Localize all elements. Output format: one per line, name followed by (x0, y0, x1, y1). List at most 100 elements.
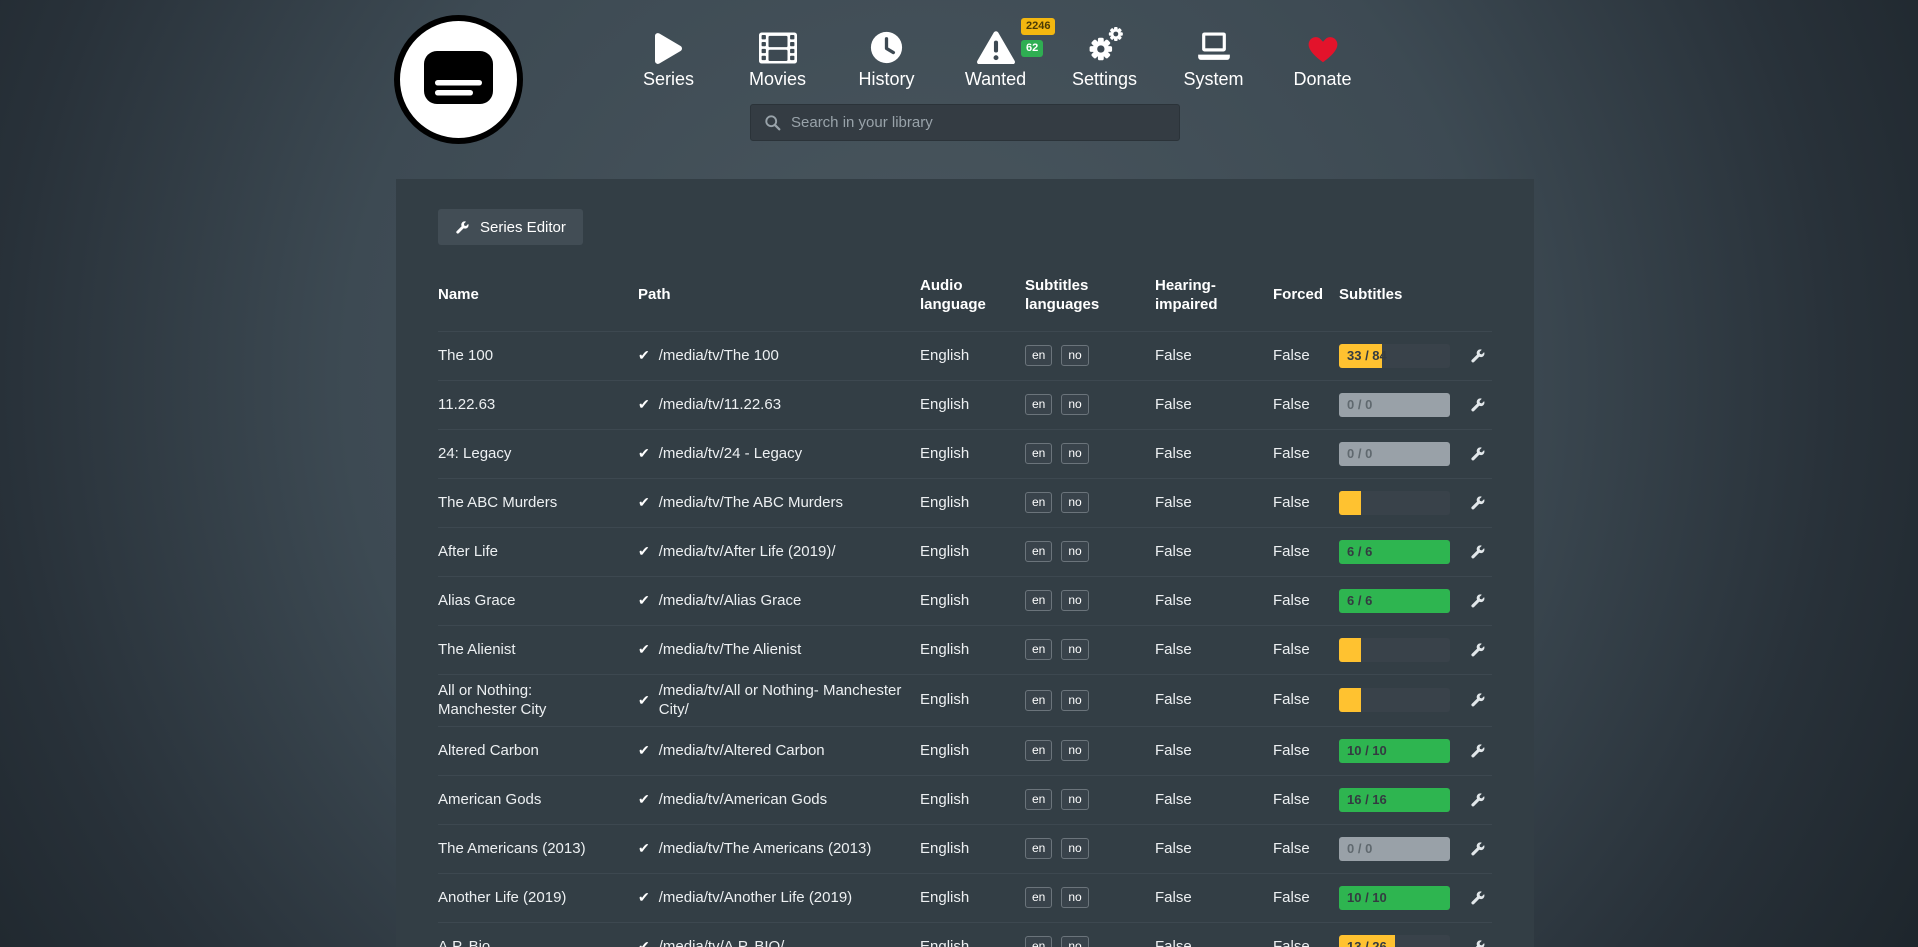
series-name: American Gods (438, 790, 638, 810)
series-name: The 100 (438, 346, 638, 366)
audio-language: English (920, 937, 1025, 947)
search-input[interactable] (791, 114, 1166, 131)
check-icon: ✔ (638, 640, 650, 658)
series-path-text: /media/tv/The ABC Murders (659, 493, 843, 513)
series-name: The ABC Murders (438, 493, 638, 513)
audio-language: English (920, 591, 1025, 611)
audio-language: English (920, 839, 1025, 859)
series-name: The Alienist (438, 640, 638, 660)
edit-series-button[interactable] (1470, 397, 1493, 413)
subtitle-language-chip: no (1061, 541, 1088, 562)
hearing-impaired-value: False (1155, 839, 1273, 859)
series-path: ✔ /media/tv/The Alienist (638, 640, 920, 660)
subtitles-progress (1339, 638, 1450, 662)
wrench-icon (1470, 792, 1486, 808)
hearing-impaired-value: False (1155, 493, 1273, 513)
table-row: The ABC Murders ✔ /media/tv/The ABC Murd… (438, 478, 1492, 527)
series-path-text: /media/tv/11.22.63 (659, 395, 781, 415)
edit-series-button[interactable] (1470, 642, 1493, 658)
app-logo[interactable] (393, 14, 524, 145)
nav-item-movies[interactable]: Movies (723, 18, 832, 90)
header-forced: Forced (1273, 286, 1339, 305)
subtitle-language-chip: no (1061, 887, 1088, 908)
edit-series-button[interactable] (1470, 890, 1493, 906)
subtitle-language-chip: no (1061, 936, 1088, 947)
nav-item-system[interactable]: System (1159, 18, 1268, 90)
forced-value: False (1273, 444, 1339, 464)
series-path-text: /media/tv/After Life (2019)/ (659, 542, 836, 562)
subtitle-language-chips: enno (1025, 345, 1155, 366)
audio-language: English (920, 790, 1025, 810)
subtitle-language-chips: enno (1025, 394, 1155, 415)
audio-language: English (920, 493, 1025, 513)
subtitle-language-chip: no (1061, 639, 1088, 660)
edit-series-button[interactable] (1470, 692, 1493, 708)
check-icon: ✔ (638, 395, 650, 413)
nav-item-series[interactable]: Series (614, 18, 723, 90)
hearing-impaired-value: False (1155, 690, 1273, 710)
film-icon (759, 18, 797, 64)
check-icon: ✔ (638, 937, 650, 947)
nav-item-wanted[interactable]: Wanted 2246 62 (941, 18, 1050, 90)
edit-series-button[interactable] (1470, 939, 1493, 947)
wrench-icon (1470, 939, 1486, 947)
edit-series-button[interactable] (1470, 841, 1493, 857)
subtitle-language-chips: enno (1025, 639, 1155, 660)
nav-label: Series (643, 69, 694, 90)
hearing-impaired-value: False (1155, 790, 1273, 810)
series-path: ✔ /media/tv/After Life (2019)/ (638, 542, 920, 562)
nav-item-history[interactable]: History (832, 18, 941, 90)
subtitle-language-chip: no (1061, 394, 1088, 415)
subtitles-progress: 0 / 0 (1339, 442, 1450, 466)
series-path: ✔ /media/tv/American Gods (638, 790, 920, 810)
search-icon (764, 114, 781, 131)
series-name: All or Nothing: Manchester City (438, 681, 638, 720)
gears-icon (1085, 18, 1125, 64)
hearing-impaired-value: False (1155, 444, 1273, 464)
check-icon: ✔ (638, 444, 650, 462)
series-name: A.P. Bio (438, 937, 638, 947)
series-path-text: /media/tv/A.P. BIO/ (659, 937, 785, 947)
main-nav: Series Movies History (614, 18, 1377, 90)
edit-series-button[interactable] (1470, 743, 1493, 759)
hearing-impaired-value: False (1155, 591, 1273, 611)
header-name: Name (438, 286, 638, 305)
edit-series-button[interactable] (1470, 348, 1493, 364)
audio-language: English (920, 640, 1025, 660)
series-path: ✔ /media/tv/Altered Carbon (638, 741, 920, 761)
series-table: Name Path Audio language Subtitles langu… (438, 271, 1492, 947)
edit-series-button[interactable] (1470, 446, 1493, 462)
forced-value: False (1273, 741, 1339, 761)
edit-series-button[interactable] (1470, 593, 1493, 609)
audio-language: English (920, 346, 1025, 366)
forced-value: False (1273, 493, 1339, 513)
wrench-icon (1470, 841, 1486, 857)
check-icon: ✔ (638, 493, 650, 511)
series-editor-button[interactable]: Series Editor (438, 209, 583, 245)
subtitle-language-chip: en (1025, 690, 1052, 711)
subtitles-progress-label: 6 / 6 (1347, 589, 1372, 613)
header-path: Path (638, 286, 920, 305)
forced-value: False (1273, 640, 1339, 660)
nav-item-settings[interactable]: Settings (1050, 18, 1159, 90)
series-name: The Americans (2013) (438, 839, 638, 859)
bazarr-logo-icon (393, 14, 524, 145)
wrench-icon (1470, 446, 1486, 462)
subtitles-progress: 33 / 84 (1339, 344, 1450, 368)
series-path-text: /media/tv/All or Nothing- Manchester Cit… (659, 681, 908, 720)
subtitle-language-chip: no (1061, 492, 1088, 513)
subtitle-language-chip: en (1025, 887, 1052, 908)
edit-series-button[interactable] (1470, 495, 1493, 511)
check-icon: ✔ (638, 888, 650, 906)
edit-series-button[interactable] (1470, 544, 1493, 560)
subtitle-language-chip: en (1025, 394, 1052, 415)
subtitles-progress-fill (1339, 638, 1361, 662)
wrench-icon (1470, 348, 1486, 364)
nav-item-donate[interactable]: Donate (1268, 18, 1377, 90)
subtitle-language-chips: enno (1025, 887, 1155, 908)
subtitle-language-chip: no (1061, 789, 1088, 810)
series-path-text: /media/tv/The 100 (659, 346, 779, 366)
edit-series-button[interactable] (1470, 792, 1493, 808)
subtitles-progress-fill (1339, 491, 1361, 515)
check-icon: ✔ (638, 691, 650, 709)
